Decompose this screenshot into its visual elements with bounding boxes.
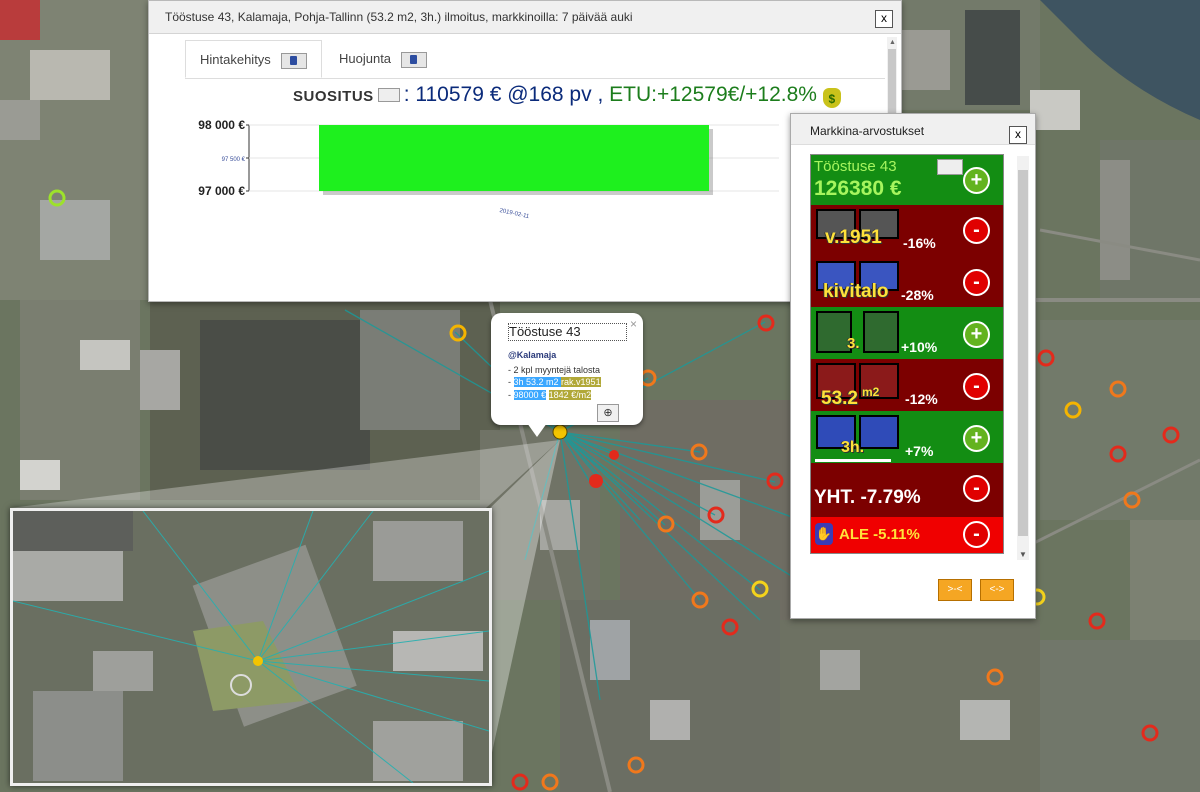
row-underline [815,459,891,462]
scroll-down-icon[interactable]: ▼ [1019,550,1027,559]
building-icon [863,311,899,353]
add-button[interactable]: + [963,321,990,348]
popup-location[interactable]: @Kalamaja [508,350,556,360]
rooms-label: 3h. [841,439,865,456]
material-label: kivitalo [823,281,889,302]
valuation-row-area: 53.2 m2 -12% - [811,359,1003,411]
remove-button[interactable]: - [963,521,990,548]
area-value: 53.2 [821,388,858,409]
remove-button[interactable]: - [963,269,990,296]
widen-button[interactable]: <-> [980,579,1014,601]
year-badge: rak.v1951 [561,377,601,387]
line-prefix: - [508,377,514,387]
recommendation-line: SUOSITUS: 110579 € @168 pv , ETU:+12579€… [293,83,841,108]
recommendation-gain: ETU:+12579€/+12.8% [609,83,817,106]
market-close-button[interactable]: x [1009,126,1027,144]
year-percent: -16% [903,235,936,251]
line-prefix: - [508,390,514,400]
property-popup: Tööstuse 43 × @Kalamaja - 2 kpl myyntejä… [491,313,643,437]
rooms-badge: 3h [513,377,524,387]
popup-details-line: - 3h 53.2 m2 rak.v1951 [508,377,601,387]
listing-close-button[interactable]: x [875,10,893,28]
valuation-row-discount: ✋ ALE -5.11% - [811,517,1003,553]
popup-title[interactable]: Tööstuse 43 [508,323,627,341]
area-badge: 53.2 m2 [523,377,562,387]
popup-price-line: - 98000 € 1842 €/m2 [508,390,592,400]
material-percent: -28% [901,287,934,303]
remove-button[interactable]: - [963,217,990,244]
valuation-row-rooms: 3h. +7% + [811,411,1003,463]
total-label: YHT. -7.79% [814,487,921,508]
listing-window: Tööstuse 43, Kalamaja, Pohja-Tallinn (53… [148,0,902,302]
area-percent: -12% [905,391,938,407]
floor-label: 3. [847,335,860,352]
money-bag-icon: $ [822,88,841,108]
y-tick-label: 97 000 € [198,184,245,198]
area-label: 53.2 m2 [821,385,879,410]
remove-button[interactable]: - [963,373,990,400]
price-chart-svg: 98 000 € 97 500 € 97 000 € 2019-02-11 [198,118,779,220]
room-plan-icon [859,415,899,449]
area-unit: m2 [861,385,880,399]
tab-label: Hintakehitys [200,52,271,67]
valuation-row-floor: 3. +10% + [811,307,1003,359]
price-per-m2-badge: 1842 €/m2 [548,390,592,400]
listing-window-titlebar[interactable]: Tööstuse 43, Kalamaja, Pohja-Tallinn (53… [149,1,901,34]
x-tick-label: 2019-02-11 [499,208,530,220]
y-tick-label: 98 000 € [198,118,245,132]
rooms-percent: +7% [905,443,934,459]
market-window-titlebar[interactable]: Markkina-arvostukset x [791,114,1035,145]
price-chart: 98 000 € 97 500 € 97 000 € 2019-02-11 [189,111,789,226]
popup-tail [527,423,547,437]
valuation-value: 126380 € [814,177,902,200]
magnifier-icon[interactable] [377,88,400,103]
inset-aerial-view [10,508,492,786]
valuation-row-address: Tööstuse 43 126380 € + [811,155,1003,205]
listing-title: Tööstuse 43, Kalamaja, Pohja-Tallinn (53… [165,10,633,24]
valuation-list: Tööstuse 43 126380 € + v.1951 -16% - kiv… [810,154,1004,554]
address-label: Tööstuse 43 [814,158,897,175]
popup-close-icon[interactable]: × [630,317,637,331]
tab-divider [185,78,885,79]
valuation-row-total: YHT. -7.79% - [811,463,1003,517]
recommendation-label: SUOSITUS [293,88,374,105]
recommendation-comma: , [597,83,604,106]
recommendation-separator: : [403,83,410,106]
valuation-row-material: kivitalo -28% - [811,255,1003,307]
remove-button[interactable]: - [963,475,990,502]
tab-label: Huojunta [339,51,392,66]
price-badge: 98000 € [513,390,547,400]
market-valuations-window: Markkina-arvostukset x Tööstuse 43 12638… [790,113,1036,619]
tab-hintakehitys[interactable]: Hintakehitys [185,40,322,78]
narrow-button[interactable]: >-< [938,579,972,601]
scroll-up-icon[interactable]: ▲ [889,39,896,46]
popup-sales-count: - 2 kpl myyntejä talosta [508,365,601,375]
print-icon[interactable] [401,51,428,68]
y-tick-label: 97 500 € [222,157,246,163]
print-icon[interactable] [937,159,963,175]
add-button[interactable]: + [963,167,990,194]
valuation-row-year: v.1951 -16% - [811,205,1003,255]
discount-label: ALE -5.11% [839,526,920,543]
year-label: v.1951 [825,227,882,248]
bar [319,125,709,191]
hand-stop-icon: ✋ [815,523,833,545]
recommendation-price: 110579 € @168 pv [415,83,592,106]
tab-huojunta[interactable]: Huojunta [339,40,449,78]
add-button[interactable]: + [963,425,990,452]
zoom-in-icon[interactable]: ⊕ [597,404,619,422]
floor-percent: +10% [901,339,938,355]
print-icon[interactable] [280,52,307,69]
market-title: Markkina-arvostukset [810,124,925,138]
scroll-thumb[interactable] [1018,170,1028,536]
valuation-scrollbar[interactable]: ▼ [1017,156,1029,560]
